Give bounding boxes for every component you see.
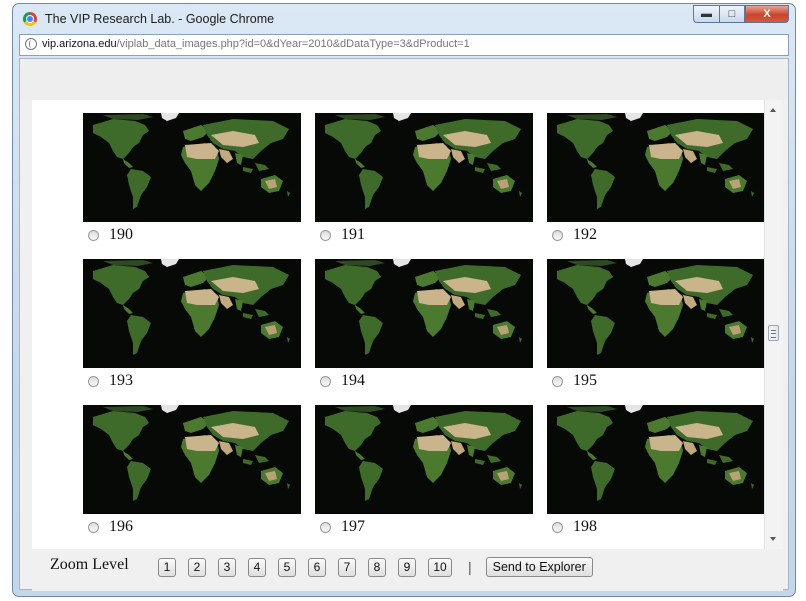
image-select-row: 191 [320,225,365,245]
top-strip [20,59,788,100]
zoom-level-button[interactable]: 8 [368,557,386,577]
image-select-row: 194 [320,371,365,391]
scroll-up-icon[interactable] [770,108,776,112]
image-radio[interactable] [552,375,563,387]
chrome-logo-icon [23,12,37,26]
image-select-row: 190 [88,225,133,245]
world-map-image[interactable] [547,113,764,222]
toolbar-separator: | [468,559,472,575]
image-radio[interactable] [88,229,99,241]
address-bar[interactable]: vip.arizona.edu/viplab_data_images.php?i… [19,34,789,56]
world-map-image[interactable] [315,113,533,222]
title-bar: The VIP Research Lab. - Google Chrome ▬ … [13,4,795,34]
zoom-level-button[interactable]: 5 [278,557,296,577]
image-number-label: 196 [109,518,133,535]
address-path: /viplab_data_images.php?id=0&dYear=2010&… [116,38,470,50]
page-content: 190 191 192 193 194 195 196 197 198 Zoom… [19,58,789,591]
image-scroll-area[interactable]: 190 191 192 193 194 195 196 197 198 [32,100,764,549]
image-radio[interactable] [320,229,331,241]
image-number-label: 197 [341,518,365,535]
zoom-level-button[interactable]: 7 [338,557,356,577]
scroll-down-icon[interactable] [770,537,776,541]
address-host: vip.arizona.edu [42,38,117,50]
address-text[interactable]: vip.arizona.edu/viplab_data_images.php?i… [42,38,470,50]
image-item: 191 [315,113,533,253]
send-to-explorer-button[interactable]: Send to Explorer [485,557,593,577]
image-select-row: 192 [552,225,597,245]
maximize-icon: □ [728,8,736,20]
world-map-image[interactable] [315,405,533,514]
image-select-row: 196 [88,517,133,537]
minimize-button[interactable]: ▬ [693,5,719,23]
zoom-level-button[interactable]: 3 [218,557,236,577]
world-map-image[interactable] [83,405,301,514]
browser-window: The VIP Research Lab. - Google Chrome ▬ … [12,3,796,597]
vertical-scrollbar[interactable] [764,100,783,549]
zoom-level-button[interactable]: 1 [158,557,176,577]
image-radio[interactable] [552,229,563,241]
image-select-row: 198 [552,517,597,537]
image-radio[interactable] [320,521,331,533]
image-item: 195 [547,259,764,399]
image-item: 192 [547,113,764,253]
world-map-image[interactable] [315,259,533,368]
window-controls: ▬ □ X [693,5,789,23]
image-radio[interactable] [320,375,331,387]
world-map-image[interactable] [547,405,764,514]
image-number-label: 190 [109,226,133,243]
image-radio[interactable] [88,521,99,533]
window-title: The VIP Research Lab. - Google Chrome [45,12,275,26]
zoom-level-button[interactable]: 6 [308,557,326,577]
image-select-row: 193 [88,371,133,391]
image-number-label: 191 [341,226,365,243]
world-map-image[interactable] [547,259,764,368]
maximize-button[interactable]: □ [719,5,745,23]
image-number-label: 193 [109,372,133,389]
world-map-image[interactable] [83,259,301,368]
image-item: 196 [83,405,301,545]
image-radio[interactable] [88,375,99,387]
image-item: 198 [547,405,764,545]
scroll-thumb[interactable] [768,325,779,341]
zoom-level-button[interactable]: 10 [428,557,452,577]
zoom-level-button[interactable]: 9 [398,557,416,577]
zoom-level-button[interactable]: 4 [248,557,266,577]
image-number-label: 194 [341,372,365,389]
zoom-level-label: Zoom Level [50,556,129,573]
close-button[interactable]: X [745,5,789,23]
zoom-level-button[interactable]: 2 [188,557,206,577]
image-number-label: 195 [573,372,597,389]
zoom-buttons: 1 2 3 4 5 6 7 8 9 10 | Send to Explorer [158,557,593,577]
image-radio[interactable] [552,521,563,533]
image-item: 190 [83,113,301,253]
image-number-label: 192 [573,226,597,243]
image-number-label: 198 [573,518,597,535]
zoom-toolbar: Zoom Level 1 2 3 4 5 6 7 8 9 10 | Send to Explorer [32,551,783,591]
image-select-row: 197 [320,517,365,537]
image-item: 197 [315,405,533,545]
minimize-icon: ▬ [701,8,712,20]
image-select-row: 195 [552,371,597,391]
world-map-image[interactable] [83,113,301,222]
image-item: 193 [83,259,301,399]
page-globe-icon [25,38,37,50]
image-item: 194 [315,259,533,399]
